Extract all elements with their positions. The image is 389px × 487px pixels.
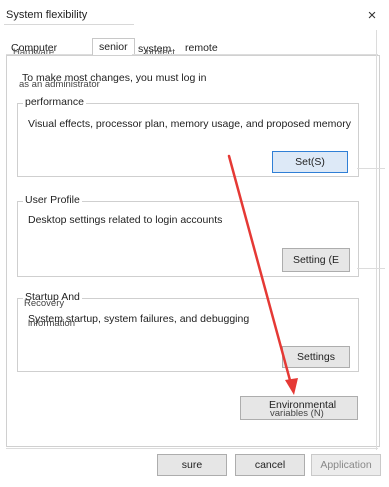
- tab-label: remote: [185, 42, 218, 54]
- tab-remote[interactable]: remote: [185, 42, 218, 54]
- decor-line: [376, 30, 377, 450]
- title-divider: [4, 24, 134, 25]
- footer-divider: [6, 448, 378, 449]
- user-profile-settings-button[interactable]: Setting (E: [282, 248, 350, 272]
- performance-settings-button[interactable]: Set(S): [272, 151, 348, 173]
- decor-line: [357, 268, 385, 269]
- startup-label-ghost: Recovery: [24, 298, 65, 309]
- tab-label: senior: [99, 41, 128, 53]
- performance-label: performance: [23, 96, 86, 108]
- close-button[interactable]: ×: [363, 7, 381, 25]
- cancel-button[interactable]: cancel: [235, 454, 305, 476]
- ok-button[interactable]: sure: [157, 454, 227, 476]
- admin-notice-ghost: as an administrator: [19, 79, 100, 90]
- env-button-ghost: variables (N): [270, 408, 324, 419]
- window-title: System flexibility: [6, 9, 88, 21]
- user-profile-description: Desktop settings related to login accoun…: [28, 214, 223, 226]
- tab-senior[interactable]: senior: [92, 38, 135, 56]
- startup-settings-button[interactable]: Settings: [282, 346, 350, 368]
- apply-button[interactable]: Application: [311, 454, 381, 476]
- startup-description-ghost: information: [28, 318, 75, 329]
- decor-line: [357, 168, 385, 169]
- performance-description: Visual effects, processor plan, memory u…: [28, 118, 351, 130]
- environment-variables-button[interactable]: Environmental variables (N): [240, 396, 358, 420]
- user-profile-label: User Profile: [23, 194, 82, 206]
